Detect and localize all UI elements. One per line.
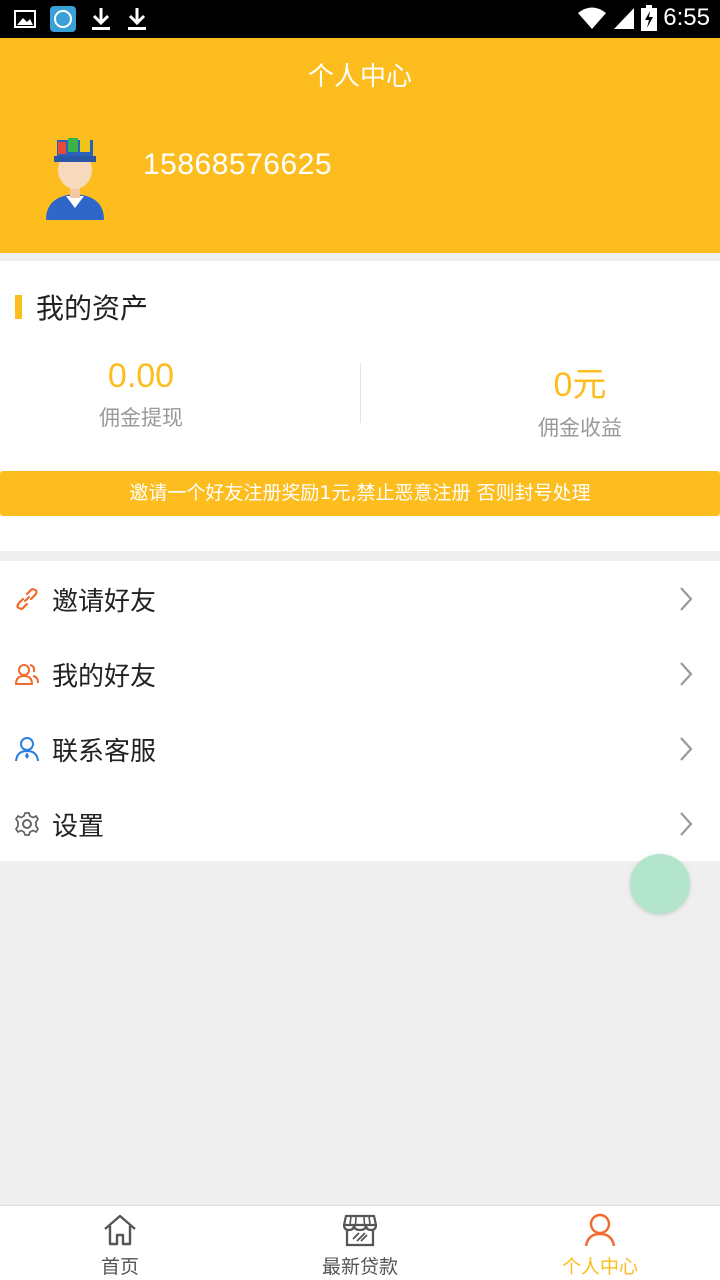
floating-action-button[interactable] [630, 854, 690, 914]
menu-item-invite-friends[interactable]: 邀请好友 [0, 561, 720, 636]
gear-icon [15, 812, 39, 836]
menu-list: 邀请好友 我的好友 联系客服 设置 [0, 561, 720, 861]
assets-card: 我的资产 0.00 佣金提现 0元 佣金收益 邀请一个好友注册奖励1元,禁止恶意… [0, 261, 720, 551]
tab-label: 个人中心 [561, 1256, 638, 1278]
app-notification-icon [50, 6, 76, 32]
user-phone: 15868576625 [143, 148, 333, 181]
tab-label: 首页 [100, 1256, 139, 1278]
stat-earnings[interactable]: 0元 佣金收益 [440, 357, 720, 442]
battery-charging-icon [641, 5, 658, 31]
profile-header: 个人中心 15868576625 [0, 38, 720, 253]
customer-service-icon [15, 737, 39, 762]
menu-item-label: 联系客服 [52, 737, 157, 767]
tab-label: 最新贷款 [321, 1256, 398, 1278]
section-accent-bar [15, 295, 22, 319]
user-icon [584, 1213, 616, 1247]
tab-profile[interactable]: 个人中心 [480, 1206, 720, 1280]
wifi-icon [578, 7, 607, 29]
menu-item-my-friends[interactable]: 我的好友 [0, 636, 720, 711]
tab-home[interactable]: 首页 [0, 1206, 240, 1280]
chevron-right-icon [680, 737, 693, 761]
home-icon [104, 1214, 136, 1246]
tab-latest-loans[interactable]: 最新贷款 [240, 1206, 480, 1280]
chevron-right-icon [680, 812, 693, 836]
menu-item-label: 我的好友 [52, 662, 157, 692]
stat-label: 佣金收益 [538, 416, 622, 440]
divider [360, 363, 361, 423]
menu-item-label: 设置 [52, 812, 105, 842]
stat-label: 佣金提现 [99, 406, 183, 430]
menu-item-label: 邀请好友 [52, 587, 157, 617]
signal-icon [614, 8, 635, 29]
status-bar: 6:55 [0, 0, 720, 38]
stat-withdraw[interactable]: 0.00 佣金提现 [1, 357, 281, 432]
avatar[interactable] [38, 134, 112, 222]
chevron-right-icon [680, 587, 693, 611]
menu-item-settings[interactable]: 设置 [0, 786, 720, 861]
system-icons: 6:55 [577, 4, 710, 32]
bottom-tab-bar: 首页 最新贷款 个人中心 [0, 1205, 720, 1280]
store-icon [342, 1214, 378, 1247]
clock: 6:55 [663, 4, 710, 31]
notification-icons [14, 6, 148, 32]
page-title: 个人中心 [307, 62, 412, 92]
menu-item-contact-support[interactable]: 联系客服 [0, 711, 720, 786]
notice-banner: 邀请一个好友注册奖励1元,禁止恶意注册 否则封号处理 [0, 471, 720, 516]
image-icon [14, 10, 36, 28]
chevron-right-icon [680, 662, 693, 686]
section-title: 我的资产 [36, 292, 149, 325]
download-icon [128, 8, 146, 30]
link-icon [16, 588, 38, 610]
stat-value: 0.00 [107, 357, 175, 395]
friends-icon [14, 664, 39, 685]
stat-value: 0元 [553, 366, 607, 404]
download-icon [92, 8, 110, 30]
